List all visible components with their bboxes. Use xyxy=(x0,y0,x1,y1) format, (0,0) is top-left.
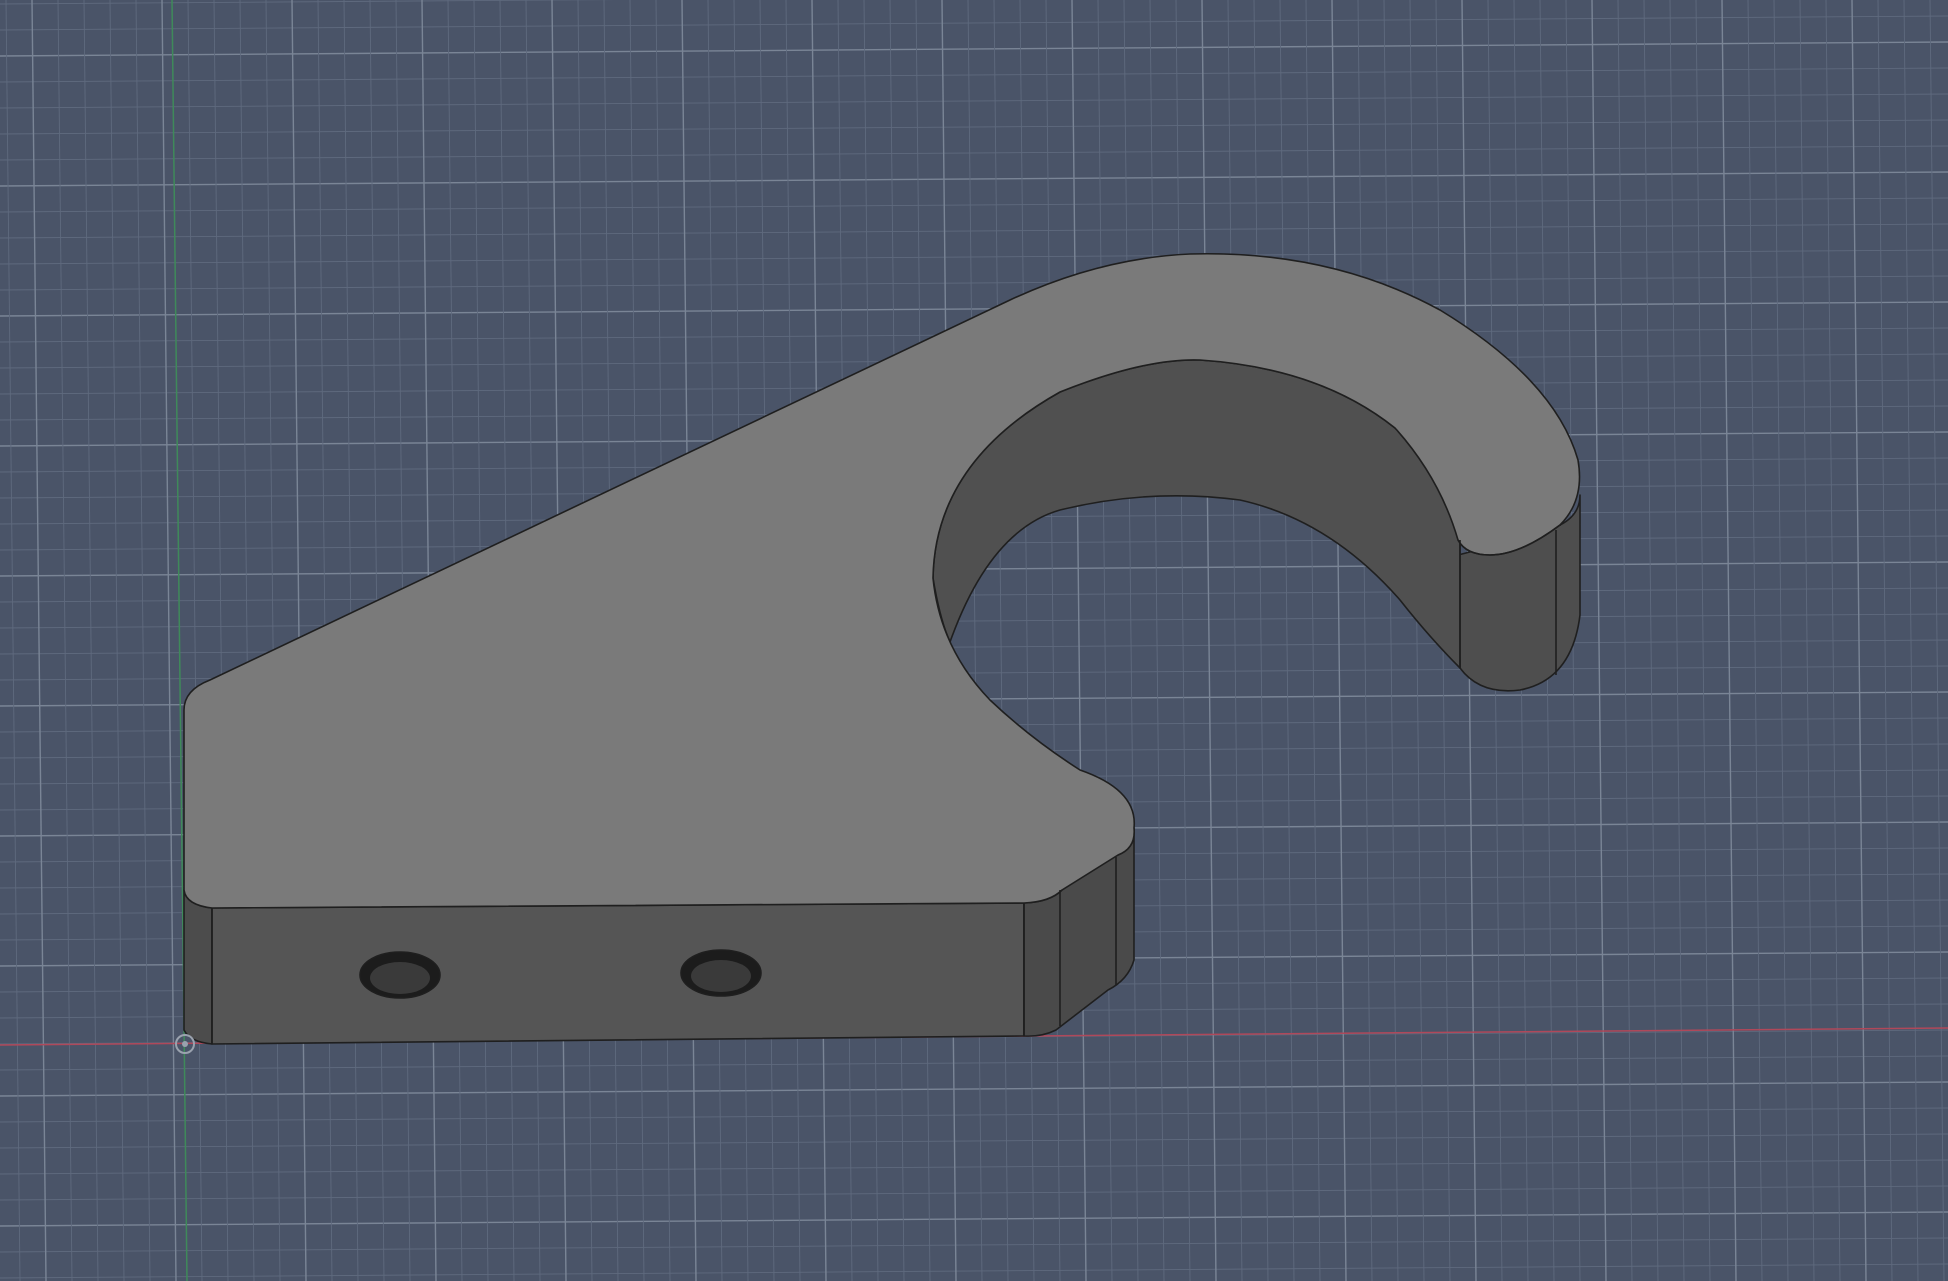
mounting-hole-left-shade xyxy=(370,962,430,994)
origin-marker-dot xyxy=(182,1041,188,1047)
hook-left-side-face[interactable] xyxy=(183,889,213,1045)
mounting-hole-right-shade xyxy=(691,960,751,992)
hook-front-face[interactable] xyxy=(211,902,1025,1045)
3d-viewport[interactable] xyxy=(0,0,1948,1281)
scene-canvas[interactable] xyxy=(0,0,1948,1281)
